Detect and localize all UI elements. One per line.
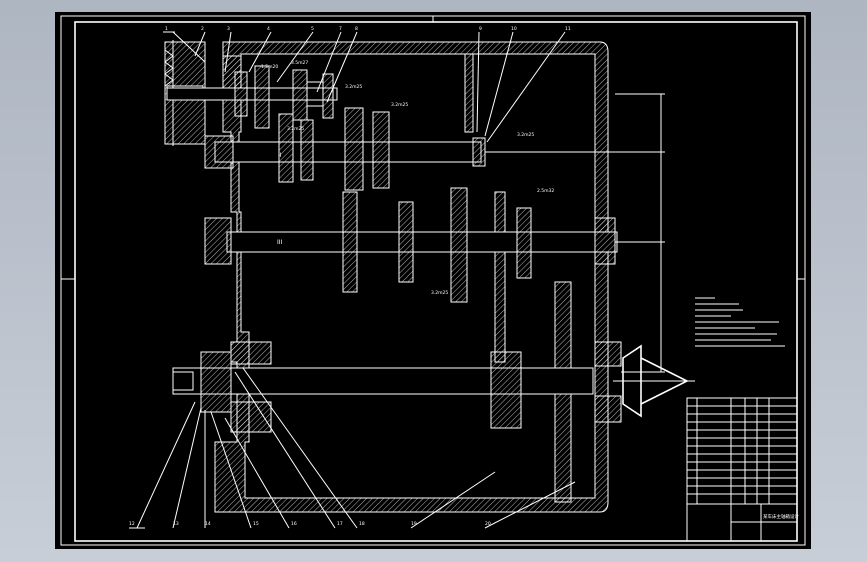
svg-text:3.2m25: 3.2m25 <box>287 126 304 132</box>
svg-text:1.5m20: 1.5m20 <box>261 64 278 70</box>
svg-text:5: 5 <box>311 26 314 32</box>
title-block: 某车床主轴箱设计 <box>686 397 799 542</box>
shaft-II: II <box>204 107 486 191</box>
svg-text:3: 3 <box>227 26 230 32</box>
svg-text:3.2m25: 3.2m25 <box>391 102 408 108</box>
svg-text:11: 11 <box>565 26 571 32</box>
svg-text:3.5m27: 3.5m27 <box>291 60 308 66</box>
svg-text:15: 15 <box>253 521 259 527</box>
svg-text:7: 7 <box>339 26 342 32</box>
technical-notes <box>695 297 785 347</box>
svg-text:14: 14 <box>205 521 211 527</box>
svg-text:4: 4 <box>267 26 270 32</box>
shaft-label-II: II <box>278 152 282 159</box>
svg-text:17: 17 <box>337 521 343 527</box>
title-block-text: 某车床主轴箱设计 <box>763 513 799 520</box>
shaft-label-III: III <box>277 239 283 246</box>
svg-text:12: 12 <box>129 521 135 527</box>
svg-text:2.5m32: 2.5m32 <box>537 188 554 194</box>
svg-text:9: 9 <box>479 26 482 32</box>
svg-text:19: 19 <box>411 521 417 527</box>
svg-text:3.2m25: 3.2m25 <box>431 290 448 296</box>
svg-text:13: 13 <box>173 521 179 527</box>
svg-text:8: 8 <box>355 26 358 32</box>
svg-text:1: 1 <box>165 26 168 32</box>
svg-text:3.2m25: 3.2m25 <box>345 84 362 90</box>
svg-text:2: 2 <box>201 26 204 32</box>
svg-text:20: 20 <box>485 521 491 527</box>
cad-drawing: II III 1.5m20 3.5m27 3.2m25 3.2m25 3.2m2… <box>60 15 806 546</box>
svg-text:10: 10 <box>511 26 517 32</box>
svg-text:16: 16 <box>291 521 297 527</box>
svg-text:3.2m25: 3.2m25 <box>517 132 534 138</box>
svg-text:18: 18 <box>359 521 365 527</box>
main-spindle <box>172 341 695 433</box>
drawing-sheet: II III 1.5m20 3.5m27 3.2m25 3.2m25 3.2m2… <box>55 12 811 549</box>
